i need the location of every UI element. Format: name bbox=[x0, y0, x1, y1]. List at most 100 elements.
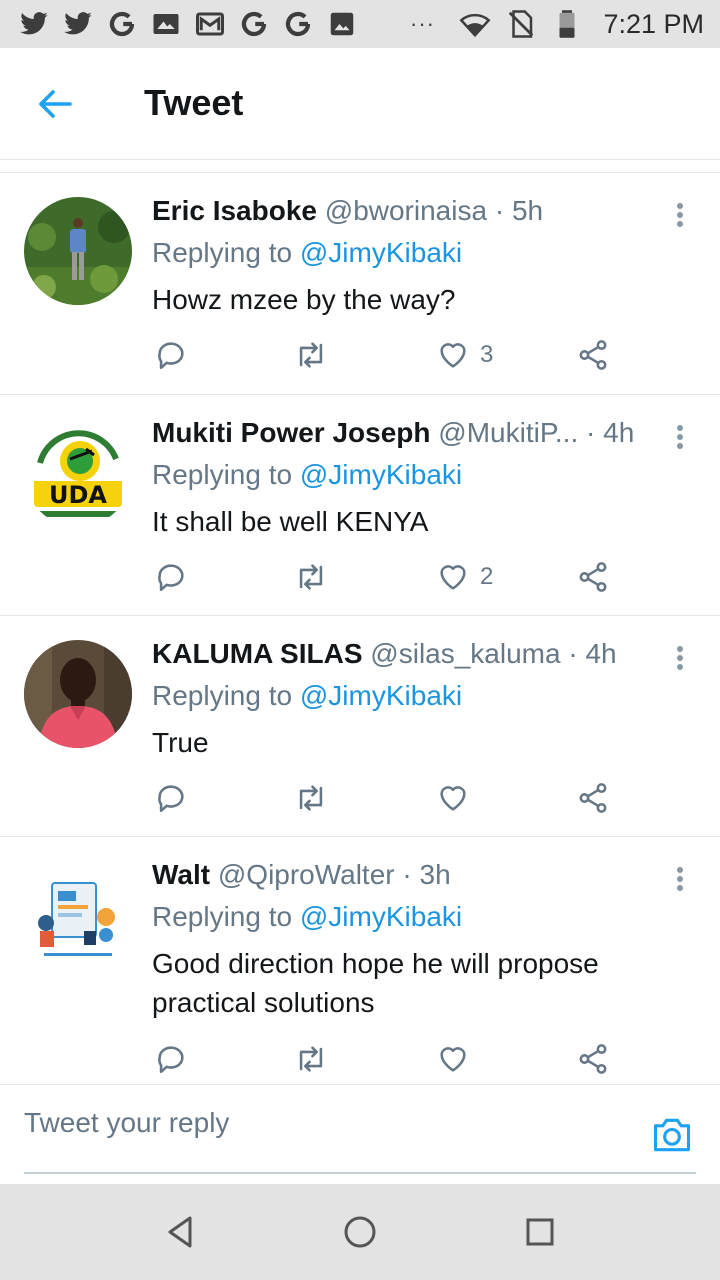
nav-home-button[interactable] bbox=[340, 1212, 380, 1252]
tweet-item[interactable]: KALUMA SILAS @silas_kaluma · 4h Replying… bbox=[0, 616, 720, 837]
comment-icon bbox=[158, 785, 184, 813]
like-button[interactable]: 2 bbox=[436, 557, 493, 597]
author-name[interactable]: Eric Isaboke bbox=[152, 195, 317, 226]
avatar[interactable] bbox=[24, 861, 132, 969]
author-handle[interactable]: @MukitiP... bbox=[438, 417, 578, 448]
camera-button[interactable] bbox=[650, 1113, 694, 1157]
notification-icons: ··· bbox=[18, 9, 435, 39]
author-handle[interactable]: @bworinaisa bbox=[325, 195, 487, 226]
google-icon bbox=[106, 9, 138, 39]
like-button[interactable] bbox=[436, 1039, 480, 1079]
tweet-header: Eric Isaboke @bworinaisa · 5h bbox=[152, 193, 660, 229]
retweet-icon bbox=[299, 1046, 323, 1072]
tweet-item[interactable]: Eric Isaboke @bworinaisa · 5h Replying t… bbox=[0, 173, 720, 395]
battery-icon bbox=[551, 9, 583, 39]
retweet-button[interactable] bbox=[294, 557, 328, 597]
replying-to: Replying to @JimyKibaki bbox=[152, 899, 660, 935]
system-navigation-bar bbox=[0, 1184, 720, 1280]
tweet-more-button[interactable] bbox=[672, 199, 688, 231]
tweet-content: Walt @QiproWalter · 3h Replying to @Jimy… bbox=[152, 857, 660, 1022]
twitter-icon bbox=[18, 9, 50, 39]
tweet-content: Mukiti Power Joseph @MukitiP... · 4h Rep… bbox=[152, 415, 660, 541]
mention-link[interactable]: @JimyKibaki bbox=[300, 680, 462, 711]
author-handle[interactable]: @QiproWalter bbox=[218, 859, 395, 890]
tweet-more-button[interactable] bbox=[672, 642, 688, 674]
no-sim-icon bbox=[505, 9, 537, 39]
heart-icon bbox=[440, 343, 466, 368]
replying-to: Replying to @JimyKibaki bbox=[152, 235, 660, 271]
tweet-item[interactable]: UDA Mukiti Power Joseph @MukitiP... · 4h… bbox=[0, 395, 720, 616]
mention-link[interactable]: @JimyKibaki bbox=[300, 901, 462, 932]
tweet-item[interactable]: Walt @QiproWalter · 3h Replying to @Jimy… bbox=[0, 837, 720, 1082]
like-button[interactable] bbox=[436, 778, 480, 818]
retweet-button[interactable] bbox=[294, 1039, 328, 1079]
replying-to-label: Replying to bbox=[152, 237, 300, 268]
system-indicators: 7:21 PM bbox=[459, 9, 704, 40]
google-icon bbox=[282, 9, 314, 39]
tweet-content: Eric Isaboke @bworinaisa · 5h Replying t… bbox=[152, 193, 660, 319]
replying-to-label: Replying to bbox=[152, 901, 300, 932]
retweet-icon bbox=[299, 342, 323, 368]
tweet-text: True bbox=[152, 727, 209, 758]
wifi-icon bbox=[459, 9, 491, 39]
tweet-more-button[interactable] bbox=[672, 421, 688, 453]
app-header: Tweet bbox=[0, 48, 720, 160]
google-icon bbox=[238, 9, 270, 39]
gmail-icon bbox=[194, 9, 226, 39]
comment-icon bbox=[158, 564, 184, 592]
nav-recents-button[interactable] bbox=[520, 1212, 560, 1252]
page-title: Tweet bbox=[144, 82, 244, 123]
timestamp: 4h bbox=[585, 638, 617, 669]
author-name[interactable]: KALUMA SILAS bbox=[152, 638, 363, 669]
share-button[interactable] bbox=[576, 1039, 610, 1079]
reply-input[interactable]: Tweet your reply bbox=[24, 1103, 584, 1143]
tweet-header: KALUMA SILAS @silas_kaluma · 4h bbox=[152, 636, 660, 672]
more-notifications-indicator: ··· bbox=[410, 11, 435, 36]
share-icon bbox=[579, 340, 607, 370]
camera-icon bbox=[653, 1118, 691, 1152]
heart-icon bbox=[440, 565, 466, 590]
reply-button[interactable] bbox=[154, 1039, 188, 1079]
heart-icon bbox=[440, 786, 466, 811]
author-name[interactable]: Walt bbox=[152, 859, 210, 890]
retweet-icon bbox=[299, 564, 323, 590]
like-count: 3 bbox=[480, 341, 494, 368]
retweet-button[interactable] bbox=[294, 778, 328, 818]
author-name[interactable]: Mukiti Power Joseph bbox=[152, 417, 431, 448]
mention-link[interactable]: @JimyKibaki bbox=[300, 237, 462, 268]
circle-home-icon bbox=[344, 1216, 376, 1248]
separator: · bbox=[578, 417, 604, 448]
share-icon bbox=[579, 1044, 607, 1074]
separator: · bbox=[394, 859, 420, 890]
gallery-icon bbox=[150, 9, 182, 39]
reply-button[interactable] bbox=[154, 557, 188, 597]
reply-button[interactable] bbox=[154, 778, 188, 818]
retweet-icon bbox=[299, 785, 323, 811]
tweet-more-button[interactable] bbox=[672, 863, 688, 895]
mention-link[interactable]: @JimyKibaki bbox=[300, 459, 462, 490]
share-button[interactable] bbox=[576, 557, 610, 597]
share-icon bbox=[579, 562, 607, 592]
tweet-header: Mukiti Power Joseph @MukitiP... · 4h bbox=[152, 415, 660, 451]
nav-back-button[interactable] bbox=[160, 1212, 200, 1252]
back-arrow-icon bbox=[39, 90, 72, 118]
tweet-actions bbox=[152, 778, 622, 818]
like-button[interactable]: 3 bbox=[436, 335, 493, 375]
reply-underline bbox=[24, 1172, 696, 1174]
reply-button[interactable] bbox=[154, 335, 188, 375]
tweet-content: KALUMA SILAS @silas_kaluma · 4h Replying… bbox=[152, 636, 660, 762]
share-button[interactable] bbox=[576, 335, 610, 375]
back-button[interactable] bbox=[30, 84, 78, 124]
comment-icon bbox=[158, 1046, 184, 1074]
avatar[interactable] bbox=[24, 640, 132, 748]
share-button[interactable] bbox=[576, 778, 610, 818]
avatar[interactable] bbox=[24, 197, 132, 305]
replying-to: Replying to @JimyKibaki bbox=[152, 678, 660, 714]
author-handle[interactable]: @silas_kaluma bbox=[370, 638, 560, 669]
heart-icon bbox=[440, 1047, 466, 1072]
replies-feed[interactable]: Eric Isaboke @bworinaisa · 5h Replying t… bbox=[0, 172, 720, 1082]
separator: · bbox=[560, 638, 586, 669]
retweet-button[interactable] bbox=[294, 335, 328, 375]
reply-composer: Tweet your reply bbox=[0, 1084, 720, 1184]
avatar[interactable]: UDA bbox=[24, 419, 132, 527]
